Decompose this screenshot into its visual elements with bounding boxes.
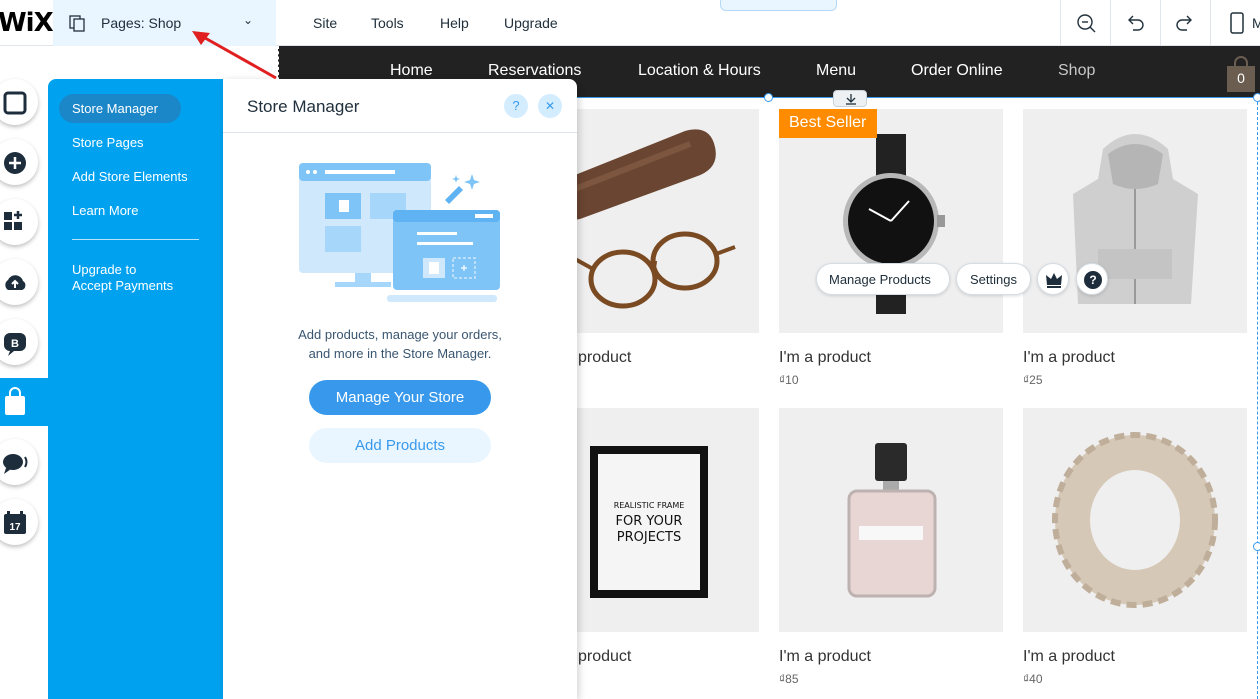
product-name[interactable]: product <box>578 648 631 666</box>
settings-label: Settings <box>970 272 1017 287</box>
site-nav-reservations[interactable]: Reservations <box>488 62 581 80</box>
menu-help[interactable]: Help <box>440 15 469 31</box>
frame-text-line: REALISTIC FRAME <box>613 501 685 510</box>
crown-icon <box>1046 273 1062 288</box>
plus-icon <box>4 152 26 174</box>
product-image-hoodie[interactable] <box>1023 109 1247 333</box>
side-item-upgrade[interactable]: Upgrade to Accept Payments <box>72 262 173 294</box>
chevron-up-icon: ^ <box>773 0 779 6</box>
product-name[interactable]: I'm a product <box>779 349 871 367</box>
apps-icon <box>4 211 22 230</box>
shopping-bag-icon <box>5 387 25 415</box>
svg-text:17: 17 <box>9 522 21 533</box>
product-name[interactable]: I'm a product <box>779 648 871 666</box>
mobile-view-label[interactable]: M <box>1252 15 1260 31</box>
manage-products-button[interactable]: Manage Products <box>816 263 950 295</box>
site-nav-home[interactable]: Home <box>390 62 433 80</box>
site-nav-menu[interactable]: Menu <box>816 62 856 80</box>
side-item-store-manager[interactable]: Store Manager <box>59 94 181 123</box>
resize-handle[interactable] <box>1253 542 1260 551</box>
frame-text-line: PROJECTS <box>616 530 682 545</box>
product-price: ₫40 <box>1023 672 1043 686</box>
resize-handle[interactable] <box>1253 93 1260 102</box>
svg-text:?: ? <box>1089 273 1096 287</box>
toolbar-divider <box>1060 0 1061 46</box>
toolbar-divider <box>1210 0 1211 46</box>
editor-top-bar: WiX Pages: Shop ⌄ Site Tools Help Upgrad… <box>0 0 1260 46</box>
toolbar-divider <box>1160 0 1161 46</box>
site-nav-location-hours[interactable]: Location & Hours <box>638 62 761 80</box>
product-image-perfume[interactable] <box>779 408 1003 632</box>
collapse-toolbar-button[interactable]: ^ <box>720 0 837 11</box>
manage-products-label: Manage Products <box>829 272 931 287</box>
settings-button[interactable]: Settings <box>956 263 1031 295</box>
panel-title: Store Manager <box>247 97 360 116</box>
zoom-out-icon[interactable] <box>1075 12 1097 34</box>
panel-description-line: Add products, manage your orders, <box>298 327 502 342</box>
add-products-button[interactable]: Add Products <box>309 428 491 463</box>
pages-icon <box>69 15 85 32</box>
upgrade-crown-button[interactable] <box>1037 263 1069 295</box>
panel-help-button[interactable]: ? <box>504 94 528 118</box>
product-name[interactable]: I'm a product <box>1023 349 1115 367</box>
best-seller-ribbon: Best Seller <box>779 109 877 138</box>
product-price: ₫25 <box>1023 373 1043 387</box>
toolbar-divider <box>1110 0 1111 46</box>
product-image-scarf[interactable] <box>1023 408 1247 632</box>
menu-site[interactable]: Site <box>313 15 337 31</box>
square-icon <box>3 91 27 115</box>
upgrade-line: Accept Payments <box>72 278 174 293</box>
side-item-add-store-elements[interactable]: Add Store Elements <box>72 169 188 184</box>
upgrade-line: Upgrade to <box>72 262 137 277</box>
panel-description-line: and more in the Store Manager. <box>308 346 492 361</box>
rail-store-button[interactable] <box>0 378 48 426</box>
red-annotation-arrow <box>192 31 277 80</box>
pages-dropdown-label: Pages: Shop <box>101 15 182 31</box>
panel-description: Add products, manage your orders, and mo… <box>270 325 530 363</box>
manage-your-store-button[interactable]: Manage Your Store <box>309 380 491 415</box>
redo-icon[interactable] <box>1174 12 1196 34</box>
help-icon: ? <box>1084 271 1102 289</box>
side-item-learn-more[interactable]: Learn More <box>72 203 138 218</box>
product-image-watch[interactable] <box>779 109 1003 333</box>
panel-header-divider <box>223 132 577 133</box>
sidebar-divider <box>72 239 199 240</box>
download-icon <box>846 94 856 105</box>
resize-handle[interactable] <box>764 93 773 102</box>
frame-text: REALISTIC FRAME FOR YOUR PROJECTS <box>598 498 700 546</box>
side-item-store-pages[interactable]: Store Pages <box>72 135 144 150</box>
frame-text-line: FOR YOUR <box>615 514 683 529</box>
menu-upgrade[interactable]: Upgrade <box>504 15 558 31</box>
selection-right-border <box>1257 97 1258 699</box>
svg-text:B: B <box>11 338 19 350</box>
site-nav-shop[interactable]: Shop <box>1058 62 1095 80</box>
site-nav-order-online[interactable]: Order Online <box>911 62 1003 80</box>
stretch-button[interactable] <box>833 90 867 107</box>
product-price: ₫10 <box>779 373 799 387</box>
product-name[interactable]: I'm a product <box>1023 648 1115 666</box>
product-name[interactable]: product <box>578 349 631 367</box>
side-item-label: Store Manager <box>72 101 158 116</box>
undo-icon[interactable] <box>1124 12 1146 34</box>
help-button[interactable]: ? <box>1076 263 1108 295</box>
cloud-upload-icon <box>5 275 26 290</box>
blog-icon: B <box>4 333 26 356</box>
cart-count: 0 <box>1237 70 1245 86</box>
calendar-icon: 17 <box>4 511 26 534</box>
selection-top-border <box>540 97 1258 98</box>
store-illustration <box>299 163 500 302</box>
panel-close-button[interactable]: ✕ <box>538 94 562 118</box>
wix-editor: { "topbar": { "logo": "WiX", "pages_labe… <box>0 0 1260 699</box>
chevron-down-icon: ⌄ <box>243 13 254 27</box>
product-price: ₫85 <box>779 672 799 686</box>
mobile-view-icon[interactable] <box>1226 12 1248 34</box>
chat-icon <box>3 454 28 474</box>
wix-logo[interactable]: WiX <box>0 8 54 38</box>
menu-tools[interactable]: Tools <box>371 15 404 31</box>
